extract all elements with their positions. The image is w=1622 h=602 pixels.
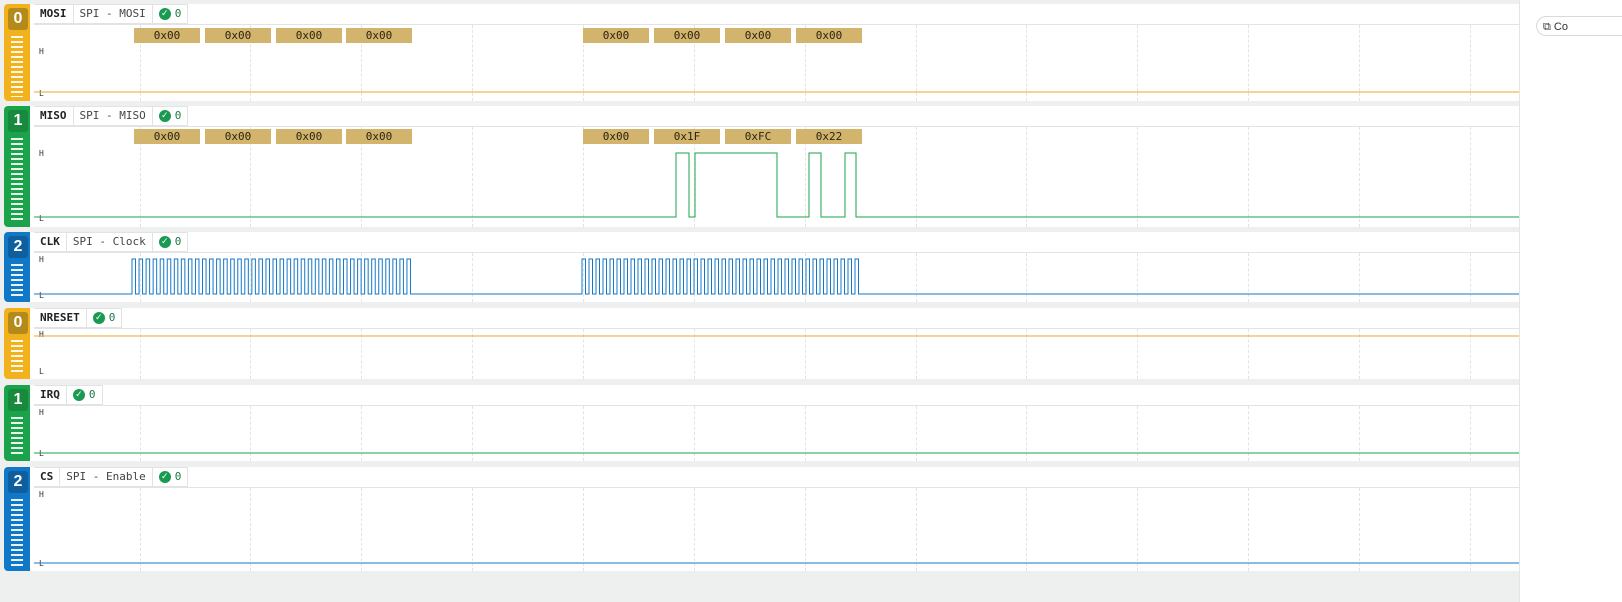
- channel-cs[interactable]: 2 CS SPI - Enable ✓ 0 H L: [4, 467, 1572, 571]
- copy-icon: ⧉: [1543, 21, 1551, 33]
- waveform-area[interactable]: 0 MOSI SPI - MOSI ✓ 0 H L 0x00 0x00 0x00 0x…: [0, 0, 1572, 602]
- channel-nreset[interactable]: 0 NRESET ✓ 0 H L: [4, 308, 1572, 379]
- signal-trace[interactable]: [4, 385, 1572, 461]
- channel-miso[interactable]: 1 MISO SPI - MISO ✓ 0 H L 0x00 0x00 0x00 0x…: [4, 106, 1572, 227]
- signal-trace[interactable]: [4, 106, 1572, 227]
- signal-trace[interactable]: [4, 308, 1572, 379]
- channel-mosi[interactable]: 0 MOSI SPI - MOSI ✓ 0 H L 0x00 0x00 0x00 0x…: [4, 4, 1572, 101]
- copy-button-label: Co: [1553, 21, 1568, 33]
- right-side-panel: ⧉ Co: [1519, 0, 1622, 602]
- copy-button[interactable]: ⧉ Co: [1536, 16, 1622, 36]
- signal-waveform: [34, 152, 1519, 218]
- channel-irq[interactable]: 1 IRQ ✓ 0 H L: [4, 385, 1572, 461]
- signal-trace[interactable]: [4, 467, 1572, 571]
- signal-waveform: [34, 258, 1519, 295]
- signal-trace[interactable]: [4, 4, 1572, 101]
- channel-clk[interactable]: 2 CLK SPI - Clock ✓ 0 H L: [4, 232, 1572, 302]
- horizontal-scroll-area[interactable]: [0, 580, 1519, 602]
- signal-trace[interactable]: [4, 232, 1572, 302]
